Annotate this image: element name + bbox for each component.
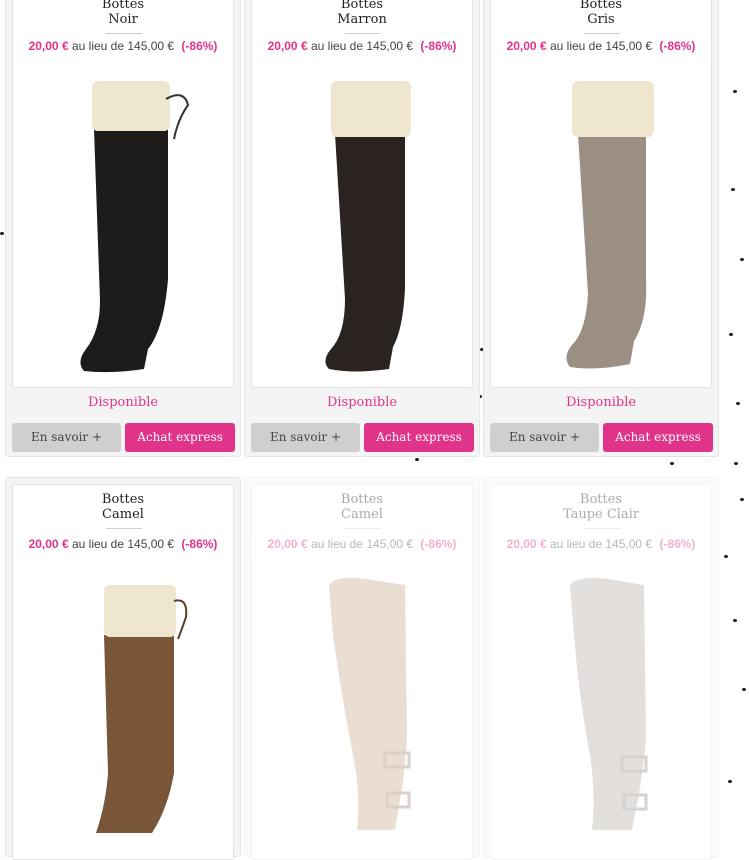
product-card: Bottes Taupe Clair 20,00 € au lieu de 14… xyxy=(483,477,719,860)
product-variant: Camel xyxy=(102,507,144,522)
product-title: Bottes xyxy=(340,492,384,507)
product-price: 20,00 € au lieu de 145,00 € (-86%) xyxy=(6,537,240,551)
title-divider xyxy=(106,528,142,529)
product-price: 20,00 € au lieu de 145,00 € (-86%) xyxy=(245,39,479,53)
learn-more-button[interactable]: En savoir + xyxy=(490,423,599,452)
discount-badge: (-86%) xyxy=(420,39,457,53)
background-dot xyxy=(731,188,735,191)
background-dot xyxy=(729,333,733,336)
product-card: Bottes Camel 20,00 € au lieu de 145,00 €… xyxy=(244,477,480,860)
original-price: au lieu de 145,00 € xyxy=(549,39,653,53)
current-price: 20,00 € xyxy=(506,39,547,53)
title-divider xyxy=(584,528,620,529)
product-card: Bottes Noir 20,00 € au lieu de 145,00 € … xyxy=(5,0,241,457)
product-image[interactable] xyxy=(56,79,192,379)
background-dot xyxy=(736,402,740,405)
title-divider xyxy=(584,33,620,34)
product-price: 20,00 € au lieu de 145,00 € (-86%) xyxy=(484,39,718,53)
background-dot xyxy=(415,458,419,461)
discount-badge: (-86%) xyxy=(659,39,696,53)
original-price: au lieu de 145,00 € xyxy=(310,537,414,551)
product-image[interactable] xyxy=(295,575,431,830)
learn-more-button[interactable]: En savoir + xyxy=(12,423,121,452)
product-variant: Taupe Clair xyxy=(562,507,640,522)
current-price: 20,00 € xyxy=(267,537,308,551)
discount-badge: (-86%) xyxy=(420,537,457,551)
discount-badge: (-86%) xyxy=(181,537,218,551)
background-dot xyxy=(733,90,737,93)
product-image[interactable] xyxy=(56,583,192,833)
product-card: Bottes Marron 20,00 € au lieu de 145,00 … xyxy=(244,0,480,457)
product-price: 20,00 € au lieu de 145,00 € (-86%) xyxy=(6,39,240,53)
product-title: Bottes xyxy=(579,492,623,507)
original-price: au lieu de 145,00 € xyxy=(71,537,175,551)
express-buy-button[interactable]: Achat express xyxy=(603,423,713,452)
product-title: Bottes xyxy=(340,0,384,12)
title-divider xyxy=(345,528,381,529)
background-dot xyxy=(670,462,674,465)
product-card: Bottes Camel 20,00 € au lieu de 145,00 €… xyxy=(5,477,241,860)
current-price: 20,00 € xyxy=(28,39,69,53)
availability-status: Disponible xyxy=(326,395,398,410)
background-dot xyxy=(734,462,738,465)
product-variant: Marron xyxy=(337,12,387,27)
product-price: 20,00 € au lieu de 145,00 € (-86%) xyxy=(245,537,479,551)
background-dot xyxy=(728,780,732,783)
title-divider xyxy=(106,33,142,34)
background-dot xyxy=(724,555,728,558)
current-price: 20,00 € xyxy=(267,39,308,53)
product-variant: Camel xyxy=(341,507,383,522)
discount-badge: (-86%) xyxy=(659,537,696,551)
original-price: au lieu de 145,00 € xyxy=(310,39,414,53)
product-variant: Gris xyxy=(587,12,615,27)
availability-status: Disponible xyxy=(565,395,637,410)
product-title: Bottes xyxy=(579,0,623,12)
background-dot xyxy=(740,258,744,261)
product-price: 20,00 € au lieu de 145,00 € (-86%) xyxy=(484,537,718,551)
product-title: Bottes xyxy=(101,0,145,12)
express-buy-button[interactable]: Achat express xyxy=(125,423,235,452)
product-card: Bottes Gris 20,00 € au lieu de 145,00 € … xyxy=(483,0,719,457)
product-title: Bottes xyxy=(101,492,145,507)
availability-status: Disponible xyxy=(87,395,159,410)
background-dot xyxy=(733,619,737,622)
background-dot xyxy=(742,688,746,691)
background-dot xyxy=(740,498,744,501)
discount-badge: (-86%) xyxy=(181,39,218,53)
product-image[interactable] xyxy=(534,575,670,830)
product-image[interactable] xyxy=(295,79,431,379)
express-buy-button[interactable]: Achat express xyxy=(364,423,474,452)
product-image[interactable] xyxy=(534,79,670,379)
current-price: 20,00 € xyxy=(506,537,547,551)
background-dot xyxy=(0,232,4,235)
original-price: au lieu de 145,00 € xyxy=(71,39,175,53)
current-price: 20,00 € xyxy=(28,537,69,551)
product-variant: Noir xyxy=(108,12,138,27)
learn-more-button[interactable]: En savoir + xyxy=(251,423,360,452)
original-price: au lieu de 145,00 € xyxy=(549,537,653,551)
title-divider xyxy=(345,33,381,34)
